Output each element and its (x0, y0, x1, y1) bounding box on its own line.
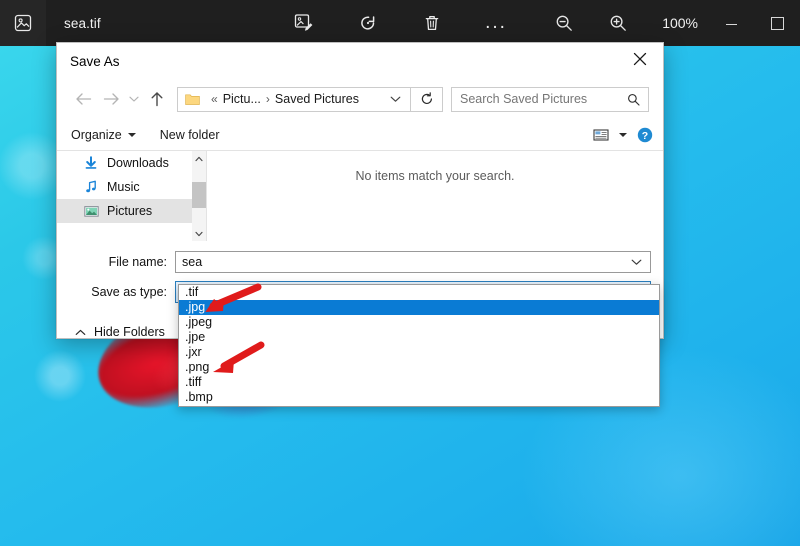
photo-app-icon[interactable] (0, 0, 46, 46)
chevron-up-icon (75, 325, 86, 339)
dropdown-option[interactable]: .jpe (179, 330, 659, 345)
scrollbar-thumb[interactable] (192, 182, 206, 208)
organize-label: Organize (71, 127, 122, 142)
minimize-icon[interactable] (708, 0, 754, 46)
save-as-type-dropdown[interactable]: .tif .jpg .jpeg .jpe .jxr .png .tiff .bm… (178, 284, 660, 407)
dropdown-option[interactable]: .jpeg (179, 315, 659, 330)
command-bar-right: ? (593, 127, 653, 143)
window-controls (708, 0, 800, 46)
scroll-down-icon[interactable] (192, 226, 206, 241)
filetype-label: Save as type: (91, 285, 167, 299)
recent-locations-button[interactable] (125, 85, 143, 113)
dropdown-option[interactable]: .tif (179, 285, 659, 300)
help-icon[interactable]: ? (637, 127, 653, 143)
view-mode-caret-icon[interactable] (619, 132, 627, 137)
dialog-title: Save As (70, 53, 120, 69)
rotate-icon[interactable] (354, 9, 382, 37)
downloads-icon (83, 156, 99, 170)
folder-icon (185, 93, 200, 106)
app-filename: sea.tif (64, 15, 101, 31)
filename-value: sea (182, 255, 203, 269)
breadcrumb-separator: › (265, 92, 270, 106)
dropdown-option[interactable]: .tiff (179, 375, 659, 390)
pictures-icon (83, 205, 99, 218)
refresh-icon[interactable] (411, 86, 443, 112)
navpane-scrollbar[interactable] (192, 151, 206, 241)
sidebar-item-label: Music (107, 180, 140, 194)
hide-folders-button[interactable]: Hide Folders (75, 325, 165, 339)
sidebar-item-pictures[interactable]: Pictures (57, 199, 206, 223)
command-bar: Organize New folder ? (57, 119, 663, 151)
music-icon (83, 180, 99, 194)
more-options-label: ... (485, 12, 507, 33)
app-right-controls: 100% (550, 0, 800, 46)
empty-list-message: No items match your search. (355, 169, 515, 183)
back-button[interactable] (69, 85, 97, 113)
sidebar-item-music[interactable]: Music (57, 175, 206, 199)
sidebar-item-label: Downloads (107, 156, 169, 170)
chevron-down-icon[interactable] (390, 95, 401, 103)
zoom-controls: 100% (550, 9, 698, 37)
dialog-titlebar: Save As (57, 43, 663, 79)
search-icon (627, 93, 640, 106)
edit-image-icon[interactable] (290, 9, 318, 37)
chevron-down-icon[interactable] (631, 258, 642, 266)
dialog-body: Downloads Music Pictures No items match … (57, 151, 663, 241)
organize-button[interactable]: Organize (71, 128, 136, 142)
close-icon[interactable] (617, 43, 663, 75)
new-folder-label: New folder (159, 127, 220, 142)
navigation-bar: « Pictu... › Saved Pictures Search Saved… (57, 79, 663, 119)
more-options-icon[interactable]: ... (482, 9, 510, 37)
zoom-level-label: 100% (662, 15, 698, 31)
delete-icon[interactable] (418, 9, 446, 37)
dropdown-option[interactable]: .jxr (179, 345, 659, 360)
zoom-in-icon[interactable] (604, 9, 632, 37)
svg-text:?: ? (642, 129, 648, 141)
view-mode-icon[interactable] (593, 128, 609, 142)
dropdown-option[interactable]: .jpg (179, 300, 659, 315)
scroll-up-icon[interactable] (192, 151, 206, 166)
breadcrumb-parent[interactable]: Pictu... (223, 92, 261, 106)
navigation-pane: Downloads Music Pictures (57, 151, 207, 241)
search-input[interactable]: Search Saved Pictures (451, 86, 649, 112)
file-list[interactable]: No items match your search. (207, 151, 663, 241)
forward-button[interactable] (97, 85, 125, 113)
filename-label: File name: (108, 255, 167, 269)
dropdown-option[interactable]: .bmp (179, 390, 659, 405)
sidebar-item-label: Pictures (107, 204, 153, 218)
sidebar-item-downloads[interactable]: Downloads (57, 151, 206, 175)
hide-folders-label: Hide Folders (94, 325, 165, 339)
search-placeholder: Search Saved Pictures (460, 92, 588, 106)
up-button[interactable] (143, 85, 171, 113)
maximize-icon[interactable] (754, 0, 800, 46)
zoom-out-icon[interactable] (550, 9, 578, 37)
new-folder-button[interactable]: New folder (160, 128, 220, 142)
photos-app-titlebar: sea.tif ... 100% (0, 0, 800, 46)
breadcrumb[interactable]: « Pictu... › Saved Pictures (177, 86, 411, 112)
dropdown-option[interactable]: .png (179, 360, 659, 375)
filename-row: File name: sea (69, 251, 651, 273)
breadcrumb-current[interactable]: Saved Pictures (275, 92, 359, 106)
chevron-down-icon (127, 132, 136, 137)
screen-root: sea .tif ... 100% Save As « Pictu... › Sa… (0, 0, 800, 546)
breadcrumb-overflow[interactable]: « (211, 92, 218, 106)
filename-input[interactable]: sea (175, 251, 651, 273)
